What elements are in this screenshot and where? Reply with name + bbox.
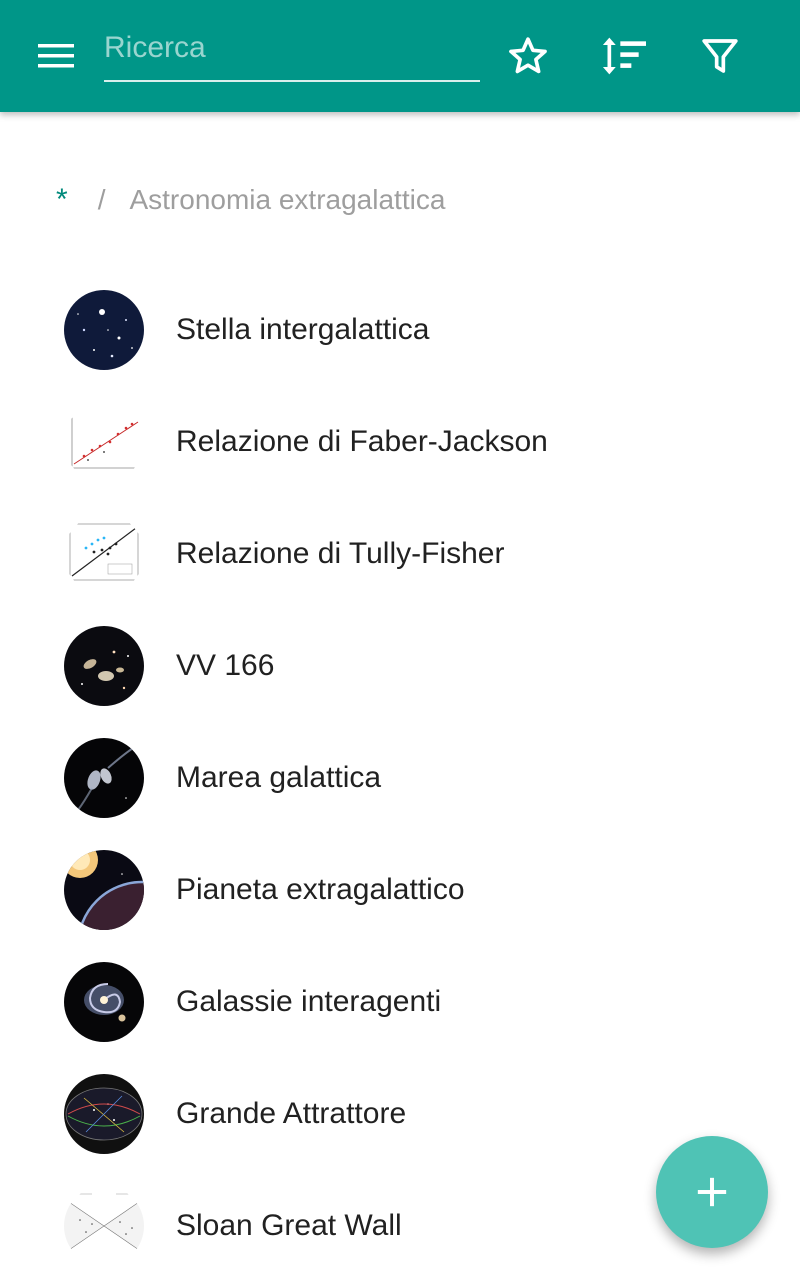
- item-title: VV 166: [176, 649, 275, 682]
- list-item[interactable]: VV 166: [0, 610, 800, 722]
- list-item[interactable]: Pianeta extragalattico: [0, 834, 800, 946]
- menu-button[interactable]: [28, 30, 84, 82]
- article-list: Stella intergalattica Relazione di Faber…: [0, 274, 800, 1282]
- sort-button[interactable]: [596, 28, 652, 84]
- breadcrumb: * / Astronomia extragalattica: [56, 180, 445, 220]
- item-title: Relazione di Faber-Jackson: [176, 425, 548, 458]
- spiral-galaxy-thumbnail: [64, 962, 144, 1042]
- menu-icon: [38, 44, 74, 68]
- star-field-thumbnail: [64, 290, 144, 370]
- breadcrumb-root[interactable]: *: [56, 183, 68, 217]
- list-item[interactable]: Galassie interagenti: [0, 946, 800, 1058]
- filter-icon: [702, 39, 738, 73]
- sky-map-thumbnail: [64, 1074, 144, 1154]
- item-title: Pianeta extragalattico: [176, 873, 465, 906]
- item-title: Grande Attrattore: [176, 1097, 407, 1130]
- favorites-button[interactable]: [500, 28, 556, 84]
- breadcrumb-separator: /: [97, 184, 106, 215]
- list-item[interactable]: Marea galattica: [0, 722, 800, 834]
- list-item[interactable]: Stella intergalattica: [0, 274, 800, 386]
- scatter-plot-blue-thumbnail: [64, 514, 144, 594]
- add-button[interactable]: [656, 1136, 768, 1248]
- list-item[interactable]: Relazione di Faber-Jackson: [0, 386, 800, 498]
- planet-thumbnail: [64, 850, 144, 930]
- colliding-galaxies-thumbnail: [64, 738, 144, 818]
- item-title: Marea galattica: [176, 761, 382, 794]
- list-item[interactable]: Relazione di Tully-Fisher: [0, 498, 800, 610]
- sort-icon: [602, 37, 646, 75]
- survey-diagram-thumbnail: [64, 1186, 144, 1266]
- search-input[interactable]: [104, 22, 480, 74]
- add-icon: [697, 1177, 727, 1207]
- breadcrumb-current: Astronomia extragalattica: [129, 184, 446, 215]
- galaxy-group-thumbnail: [64, 626, 144, 706]
- search-field: [104, 22, 480, 82]
- item-title: Relazione di Tully-Fisher: [176, 537, 505, 570]
- item-title: Sloan Great Wall: [176, 1209, 402, 1242]
- item-title: Galassie interagenti: [176, 985, 442, 1018]
- star-outline-icon: [509, 37, 547, 74]
- filter-button[interactable]: [692, 28, 748, 84]
- scatter-plot-thumbnail: [64, 402, 144, 482]
- app-bar: [0, 0, 800, 112]
- item-title: Stella intergalattica: [176, 313, 430, 346]
